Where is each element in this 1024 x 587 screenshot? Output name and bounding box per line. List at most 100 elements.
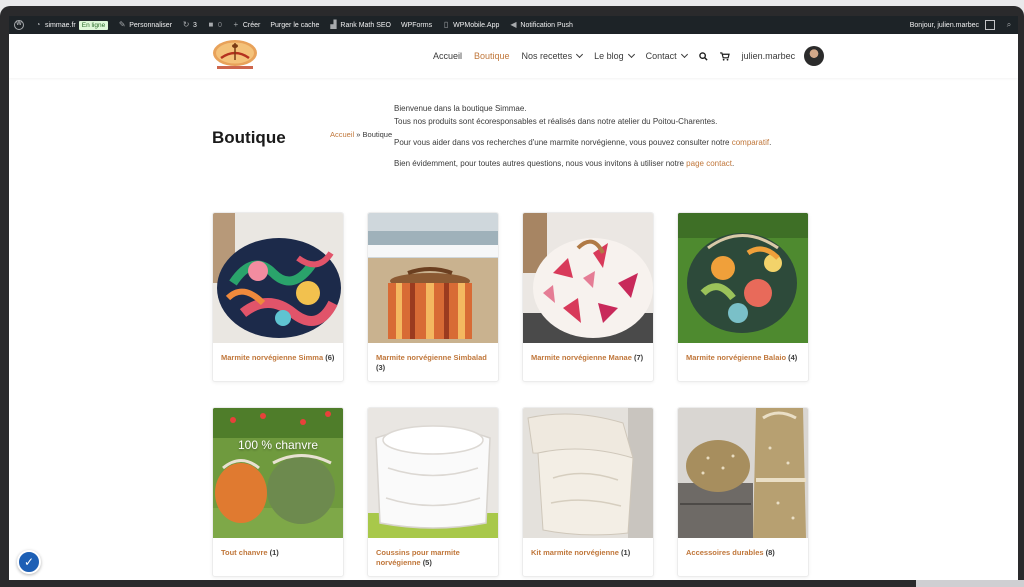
category-name: Coussins pour marmite norvégienne [376,548,460,567]
intro-paragraph: Pour vous aider dans vos recherches d'un… [394,136,824,149]
nav-item-contact[interactable]: Contact [646,50,688,61]
megaphone-icon: ◀ [510,20,517,29]
category-count: (6) [325,353,335,362]
category-image [368,408,498,538]
nav-item-boutique[interactable]: Boutique [474,51,510,61]
category-count: (4) [788,353,798,362]
nav-label: Boutique [474,51,510,61]
category-name: Marmite norvégienne Simma [221,353,324,362]
category-count: (5) [422,558,432,567]
category-title: Coussins pour marmite norvégienne (5) [368,538,498,568]
account-username: julien.marbec [741,51,796,61]
site-logo[interactable] [211,38,259,72]
site-status-badge: En ligne [78,20,109,30]
category-count: (8) [765,548,775,557]
category-card[interactable]: 100 % chanvre Tout chanvre (1) [212,407,344,577]
category-title: Accessoires durables (8) [678,538,808,558]
category-image [678,408,808,538]
chevron-down-icon [627,50,635,59]
main-navigation: Accueil Boutique Nos recettes Le blog Co… [433,34,825,78]
account-link[interactable]: julien.marbec [742,46,825,66]
nav-label: Accueil [433,51,463,61]
category-card[interactable]: Coussins pour marmite norvégienne (5) [367,407,499,577]
wpmobile-menu[interactable]: ▯ WPMobile.App [437,16,504,34]
category-image: 100 % chanvre [213,408,343,538]
search-button[interactable] [698,51,708,61]
browser-viewport: W ◔ simmae.fr En ligne ✎ Personnaliser ↻… [9,16,1018,580]
category-name: Tout chanvre [221,548,268,557]
site-name-menu[interactable]: ◔ simmae.fr En ligne [29,16,113,34]
chevron-down-icon [576,50,584,59]
new-content-menu[interactable]: + Créer [227,16,266,34]
rankmath-menu[interactable]: ▟ Rank Math SEO [324,16,396,34]
updates-icon: ↻ [182,20,190,29]
intro-punct: . [731,159,735,168]
accessibility-icon: ✓ [23,555,35,569]
admin-search[interactable]: ⌕ [1000,16,1018,34]
category-image [368,213,498,343]
purge-cache-label: Purger le cache [270,21,320,29]
nav-item-recettes[interactable]: Nos recettes [521,50,584,61]
category-card[interactable]: Kit marmite norvégienne (1) [522,407,654,577]
wp-logo-menu[interactable]: W [9,16,29,34]
nav-label: Nos recettes [521,51,573,61]
category-name: Accessoires durables [686,548,764,557]
wpforms-menu[interactable]: WPForms [396,16,437,34]
category-name: Kit marmite norvégienne [531,548,619,557]
chevron-down-icon [680,50,688,59]
laptop-frame-left [0,16,9,587]
mobile-icon: ▯ [443,20,449,29]
my-account-menu[interactable]: Bonjour, julien.marbec [905,16,1000,34]
brush-icon: ✎ [118,20,126,29]
admin-avatar [985,20,995,30]
rankmath-icon: ▟ [330,20,337,29]
nav-item-accueil[interactable]: Accueil [433,51,462,61]
category-title: Tout chanvre (1) [213,538,343,558]
comments-link[interactable]: ■ 0 [202,16,227,34]
breadcrumb-current: Boutique [362,130,393,139]
intro-paragraph: Bien évidemment, pour toutes autres ques… [394,157,824,170]
cart-button[interactable] [719,51,730,61]
category-count: (7) [633,353,644,362]
category-card[interactable]: Marmite norvégienne Manae (7) [522,212,654,382]
purge-cache-link[interactable]: Purger le cache [265,16,324,34]
category-title: Marmite norvégienne Balaio (4) [678,343,808,363]
customize-link[interactable]: ✎ Personnaliser [113,16,177,34]
nav-item-blog[interactable]: Le blog [594,50,635,61]
push-label: Notification Push [520,21,573,29]
shop-intro: Bienvenue dans la boutique Simmae. Tous … [394,102,824,170]
new-content-label: Créer [242,21,261,29]
intro-line: Bienvenue dans la boutique Simmae. [394,104,527,113]
contact-page-link[interactable]: page contact [686,159,732,168]
comments-count: 0 [217,21,222,29]
category-title: Kit marmite norvégienne (1) [523,538,653,558]
push-notification-menu[interactable]: ◀ Notification Push [504,16,578,34]
cart-icon [719,51,730,61]
laptop-frame-bottom [0,580,1024,587]
dashboard-icon: ◔ [35,20,41,29]
greeting-label: Bonjour, julien.marbec [909,21,979,29]
category-card[interactable]: Marmite norvégienne Simbalad (3) [367,212,499,382]
category-image [523,213,653,343]
wordpress-icon: W [14,20,24,30]
category-card[interactable]: Accessoires durables (8) [677,407,809,577]
wpmobile-label: WPMobile.App [453,21,500,29]
intro-text: Pour vous aider dans vos recherches d'un… [394,138,732,147]
wpforms-label: WPForms [400,21,433,29]
customize-label: Personnaliser [129,21,173,29]
category-image [523,408,653,538]
search-icon: ⌕ [1006,20,1012,29]
search-icon [698,51,708,61]
site-name: simmae.fr [45,21,76,29]
updates-link[interactable]: ↻ 3 [177,16,202,34]
category-image-caption: 100 % chanvre [237,438,319,452]
comparatif-link[interactable]: comparatif [732,138,769,147]
category-card[interactable]: Marmite norvégienne Balaio (4) [677,212,809,382]
accessibility-button[interactable]: ✓ [17,550,41,574]
page-title: Boutique [212,128,286,147]
plus-icon: + [233,20,239,29]
category-card[interactable]: Marmite norvégienne Simma (6) [212,212,344,382]
breadcrumb-home-link[interactable]: Accueil [330,130,354,139]
rankmath-label: Rank Math SEO [340,21,391,29]
category-title: Marmite norvégienne Manae (7) [523,343,653,363]
